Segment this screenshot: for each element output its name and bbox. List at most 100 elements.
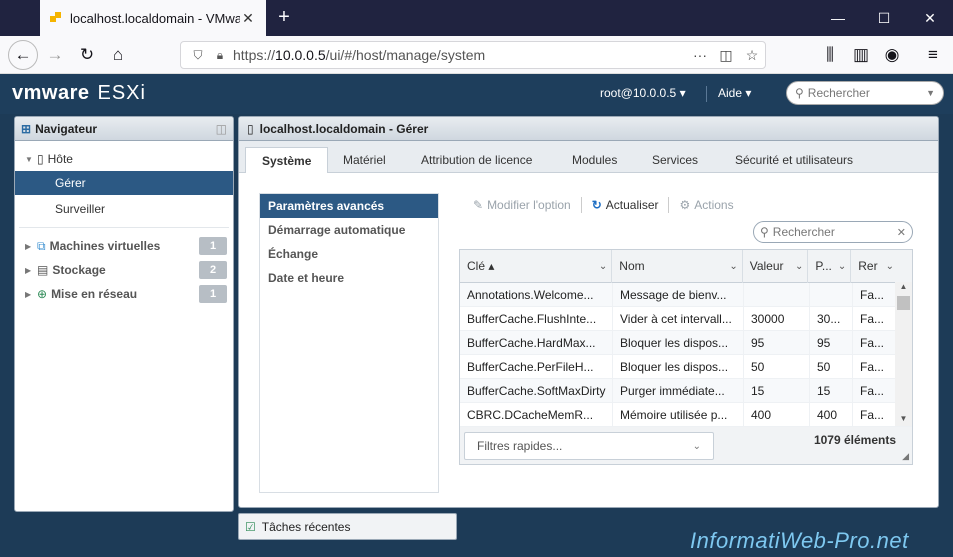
table-row[interactable]: Annotations.Welcome... Message de bienv.…	[460, 283, 912, 307]
header-search-input[interactable]: ⚲ Rechercher ▼	[786, 81, 944, 105]
expand-triangle-icon[interactable]: ▼	[25, 155, 37, 164]
reload-icon[interactable]: ↻	[74, 42, 100, 68]
item-count: 1079 éléments	[813, 433, 896, 447]
clear-icon[interactable]: ✕	[897, 226, 906, 239]
url-bar[interactable]: ⛉ 🔒︎ https://10.0.0.5/ui/#/host/manage/s…	[180, 41, 766, 69]
table-row[interactable]: BufferCache.PerFileH... Bloquer les disp…	[460, 355, 912, 379]
account-icon[interactable]: ◉	[879, 42, 905, 68]
column-header-name[interactable]: Nom ⌄	[612, 250, 743, 283]
navigator-panel: ⊞ Navigateur ◫ ▼ ▯ Hôte Gérer Surveiller…	[14, 116, 234, 512]
close-tab-icon[interactable]: ✕	[240, 10, 256, 27]
main-panel: ▯ localhost.localdomain - Gérer Système …	[238, 116, 939, 508]
vm-icon: ⧉	[37, 238, 46, 253]
tab-title: localhost.localdomain - VMwa	[70, 10, 240, 26]
vmware-esxi-logo: vmware ESXi	[12, 82, 146, 104]
column-header-key[interactable]: Clé ▴ ⌄	[460, 250, 613, 283]
tab-licensing[interactable]: Attribution de licence	[405, 147, 548, 173]
search-icon: ⚲	[795, 86, 804, 100]
chevron-down-icon[interactable]: ▼	[926, 88, 935, 98]
sidebar-item-vms[interactable]: ▶ ⧉ Machines virtuelles 1	[15, 234, 233, 258]
new-tab-icon[interactable]: +	[272, 4, 296, 30]
pencil-icon: ✎	[473, 198, 484, 212]
network-globe-icon: ⊕	[37, 287, 48, 301]
forward-arrow-icon[interactable]: →	[42, 42, 68, 68]
home-icon[interactable]: ⌂	[105, 42, 131, 68]
tab-services[interactable]: Services	[636, 147, 714, 173]
column-header-value[interactable]: Valeur ⌄	[743, 250, 809, 283]
column-header-default[interactable]: P... ⌄	[808, 250, 852, 283]
tab-hardware[interactable]: Matériel	[327, 147, 402, 173]
table-row[interactable]: BufferCache.FlushInte... Vider à cet int…	[460, 307, 912, 331]
table-row[interactable]: BufferCache.HardMax... Bloquer les dispo…	[460, 331, 912, 355]
browser-nav-bar: ← → ↻ ⌂ ⛉ 🔒︎ https://10.0.0.5/ui/#/host/…	[0, 36, 953, 74]
actions-button[interactable]: ⚙ Actions	[669, 198, 743, 212]
url-text: https://10.0.0.5/ui/#/host/manage/system	[233, 47, 486, 63]
table-search-input[interactable]: ⚲ Rechercher ✕	[753, 221, 913, 243]
table-header: Clé ▴ ⌄ Nom ⌄ Valeur ⌄ P... ⌄ Rer ⌄	[460, 250, 912, 283]
chevron-down-icon[interactable]: ⌄	[795, 250, 803, 283]
user-menu[interactable]: root@10.0.0.5 ▾	[600, 86, 686, 100]
sidebar-item-host[interactable]: ▼ ▯ Hôte	[15, 147, 233, 171]
sidebar-item-storage[interactable]: ▶ ▤ Stockage 2	[15, 258, 233, 282]
tab-packages[interactable]: Modules	[556, 147, 633, 173]
menu-icon[interactable]: ≡	[920, 42, 946, 68]
menu-autostart[interactable]: Démarrage automatique	[260, 218, 438, 242]
vmware-favicon-icon	[50, 12, 62, 24]
watermark: InformatiWeb-Pro.net	[690, 528, 909, 553]
chevron-down-icon[interactable]: ⌄	[838, 250, 846, 283]
chevron-down-icon[interactable]: ⌄	[729, 250, 737, 283]
recent-tasks-bar[interactable]: ☑ Tâches récentes	[238, 513, 457, 540]
esxi-header: vmware ESXi root@10.0.0.5 ▾ Aide ▾ ⚲ Rech…	[0, 74, 953, 114]
host-icon: ▯	[37, 152, 44, 166]
quick-filters-select[interactable]: Filtres rapides... ⌄	[464, 432, 714, 460]
menu-time-date[interactable]: Date et heure	[260, 266, 438, 290]
count-badge: 2	[199, 261, 227, 279]
menu-swap[interactable]: Échange	[260, 242, 438, 266]
header-divider	[706, 86, 707, 102]
resize-grip-icon[interactable]: ◢	[902, 451, 909, 462]
lock-icon[interactable]: 🔒︎	[211, 48, 229, 63]
pocket-icon[interactable]: ◫	[713, 47, 739, 64]
close-window-icon[interactable]: ✕	[907, 0, 953, 36]
sidebar-item-network[interactable]: ▶ ⊕ Mise en réseau 1	[15, 282, 233, 306]
minimize-icon[interactable]: —	[815, 0, 861, 36]
refresh-button[interactable]: ↻ Actualiser	[582, 198, 669, 212]
table-scrollbar[interactable]: ▲ ▼	[895, 282, 912, 426]
more-icon[interactable]: ···	[687, 47, 713, 63]
collapse-icon[interactable]: ◫	[216, 122, 227, 136]
menu-advanced-settings[interactable]: Paramètres avancés	[260, 194, 438, 218]
edit-option-button[interactable]: ✎ Modifier l'option	[463, 198, 581, 212]
expand-triangle-icon[interactable]: ▶	[25, 266, 37, 275]
chevron-down-icon[interactable]: ⌄	[886, 250, 894, 283]
browser-tab[interactable]: localhost.localdomain - VMwa ✕	[40, 0, 266, 36]
shield-icon[interactable]: ⛉	[189, 48, 207, 63]
system-menu: Paramètres avancés Démarrage automatique…	[259, 193, 439, 493]
help-menu[interactable]: Aide ▾	[718, 86, 751, 100]
column-header-overridden[interactable]: Rer ⌄	[851, 250, 912, 283]
scroll-down-icon[interactable]: ▼	[895, 414, 912, 426]
library-icon[interactable]: ⫼	[817, 42, 843, 68]
clipboard-icon: ☑	[245, 519, 256, 534]
tab-security-users[interactable]: Sécurité et utilisateurs	[719, 147, 869, 173]
chevron-down-icon: ⌄	[692, 440, 701, 452]
toolbar: ✎ Modifier l'option ↻ Actualiser ⚙ Actio…	[463, 193, 744, 217]
table-row[interactable]: BufferCache.SoftMaxDirty Purger immédiat…	[460, 379, 912, 403]
tab-system[interactable]: Système	[245, 147, 329, 173]
scroll-up-icon[interactable]: ▲	[895, 282, 912, 294]
divider	[19, 227, 229, 228]
expand-triangle-icon[interactable]: ▶	[25, 242, 37, 251]
sidebar-item-monitor[interactable]: Surveiller	[15, 197, 233, 221]
expand-triangle-icon[interactable]: ▶	[25, 290, 37, 299]
chevron-down-icon[interactable]: ⌄	[599, 250, 607, 283]
refresh-icon: ↻	[591, 198, 602, 212]
sidebar-item-manage[interactable]: Gérer	[15, 171, 233, 195]
maximize-icon[interactable]: ☐	[861, 0, 907, 36]
storage-icon: ▤	[37, 263, 49, 277]
table-body: Annotations.Welcome... Message de bienv.…	[460, 283, 912, 427]
bookmark-star-icon[interactable]: ☆	[739, 47, 765, 64]
table-row[interactable]: CBRC.DCacheMemR... Mémoire utilisée p...…	[460, 403, 912, 427]
gear-icon: ⚙	[679, 198, 691, 212]
scrollbar-thumb[interactable]	[897, 296, 910, 310]
back-arrow-icon[interactable]: ←	[8, 40, 38, 70]
sidebar-icon[interactable]: ▥	[848, 42, 874, 68]
